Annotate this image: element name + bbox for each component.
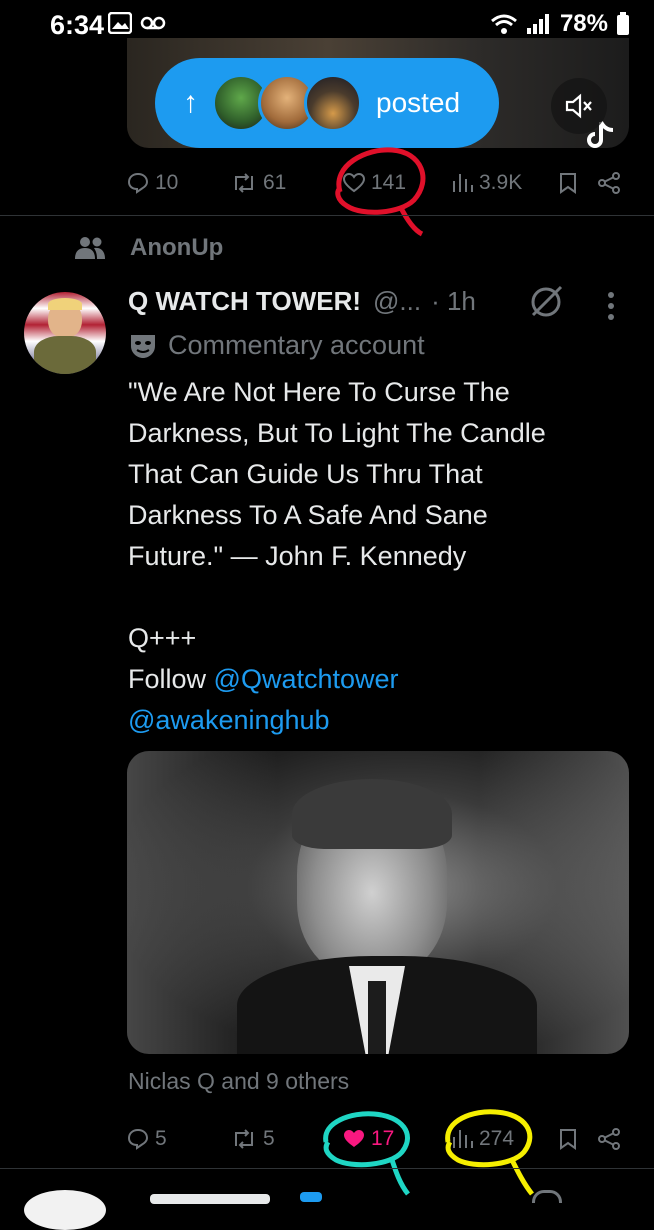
mention-link[interactable]: @awakeninghub (128, 705, 330, 735)
tweet-text-line: "We Are Not Here To Curse The (128, 377, 510, 407)
account-label[interactable]: Commentary account (128, 330, 425, 361)
divider (0, 215, 654, 216)
poster-avatar (304, 74, 362, 132)
voicemail-icon (140, 16, 166, 30)
reposted-by: AnonUp (130, 234, 224, 261)
repost-count: 5 (263, 1127, 275, 1150)
bookmark-icon (560, 1129, 576, 1150)
battery-icon (617, 12, 629, 35)
author-avatar[interactable] (24, 292, 106, 374)
handle[interactable]: @... (373, 286, 421, 317)
reply-count: 10 (155, 171, 179, 194)
share-button[interactable] (597, 172, 621, 194)
views-icon (453, 174, 473, 192)
display-name[interactable]: Q WATCH TOWER! (128, 286, 361, 317)
speaker-muted-icon (565, 93, 592, 119)
signoff: Q+++ (128, 623, 197, 653)
views-button[interactable]: 3.9K (451, 171, 522, 195)
wifi-icon (490, 14, 517, 34)
follow-text: Follow (128, 664, 207, 694)
reply-icon (127, 1128, 149, 1150)
posted-label: posted (376, 87, 461, 118)
social-context[interactable]: AnonUp (74, 234, 223, 262)
grok-icon[interactable] (528, 284, 564, 320)
reply-count: 5 (155, 1127, 167, 1150)
reply-button[interactable]: 10 (127, 171, 178, 195)
repost-button[interactable]: 61 (231, 171, 286, 195)
next-avatar (24, 1190, 106, 1230)
share-icon (598, 1128, 620, 1150)
repost-count: 61 (263, 171, 287, 194)
tweet-text-line: Darkness To A Safe And Sane (128, 500, 488, 530)
signal-icon (526, 14, 549, 34)
people-icon (75, 237, 105, 259)
repost-button[interactable]: 5 (231, 1127, 275, 1151)
account-label-text: Commentary account (168, 330, 425, 360)
reply-button[interactable]: 5 (127, 1127, 167, 1151)
share-button[interactable] (597, 1128, 621, 1150)
new-posts-pill[interactable]: ↑ posted (155, 58, 499, 148)
tweet-photo[interactable] (127, 751, 629, 1054)
arrow-up-icon: ↑ (183, 86, 198, 119)
next-tweet-partial[interactable] (0, 1172, 654, 1230)
timestamp[interactable]: · 1h (431, 286, 476, 317)
more-icon[interactable] (604, 290, 618, 322)
mute-button[interactable] (551, 78, 607, 134)
share-icon (598, 172, 620, 194)
views-count: 3.9K (479, 171, 523, 194)
tweet-text: "We Are Not Here To Curse The Darkness, … (128, 372, 628, 741)
mention-link[interactable]: @Qwatchtower (214, 664, 399, 694)
bookmark-button[interactable] (559, 1128, 577, 1150)
repost-icon (235, 173, 253, 193)
reply-icon (127, 172, 149, 194)
bookmark-button[interactable] (559, 172, 577, 194)
red-annotation-circle (335, 147, 426, 237)
tweet-text-line: Darkness, But To Light The Candle (128, 418, 546, 448)
tweet-text-line: That Can Guide Us Thru That (128, 459, 483, 489)
battery-percent: 78% (559, 10, 608, 37)
liked-by-text[interactable]: Niclas Q and 9 others (128, 1068, 349, 1095)
bookmark-icon (560, 173, 576, 194)
divider (0, 1168, 654, 1169)
status-time: 6:34 (50, 10, 105, 40)
tweet-text-line: Future." — John F. Kennedy (128, 541, 467, 571)
repost-icon (235, 1129, 253, 1149)
theater-mask-icon (131, 334, 155, 358)
gallery-icon (108, 12, 132, 34)
